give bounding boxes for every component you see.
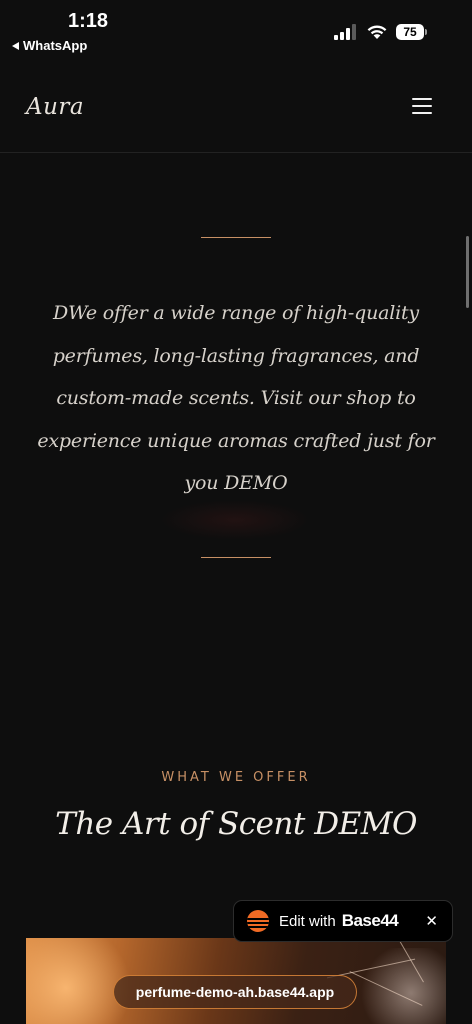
status-time: 1:18	[68, 10, 109, 32]
base44-logo-icon	[247, 910, 269, 932]
cellular-signal-icon	[334, 24, 356, 40]
wifi-icon	[367, 25, 387, 39]
edit-label: Edit with	[279, 912, 336, 930]
brand-logo[interactable]: Aura	[26, 94, 84, 120]
section-title: The Art of Scent DEMO	[55, 806, 417, 842]
site-header: Aura	[0, 62, 472, 153]
intro-paragraph: DWe offer a wide range of high-quality p…	[37, 302, 435, 494]
base44-brand: Base44	[341, 911, 399, 930]
scrollbar[interactable]	[466, 236, 469, 308]
hamburger-menu-icon[interactable]	[412, 98, 434, 118]
bottom-divider	[201, 557, 271, 558]
edit-with-base44-badge[interactable]: Edit with Base44 ✕	[233, 900, 453, 942]
app-screen: 1:18 WhatsApp 75 Aura DWe offer a wide r…	[0, 0, 472, 1024]
back-app-label: WhatsApp	[23, 38, 88, 53]
battery-indicator: 75	[396, 23, 430, 40]
back-arrow-icon	[12, 41, 19, 50]
browser-url-bar[interactable]: perfume-demo-ah.base44.app	[113, 975, 357, 1009]
status-bar: 1:18 WhatsApp 75	[0, 0, 472, 62]
section-eyebrow: WHAT WE OFFER	[161, 770, 311, 785]
close-icon[interactable]: ✕	[425, 913, 438, 929]
battery-level: 75	[396, 23, 424, 40]
back-to-app-link[interactable]: WhatsApp	[12, 38, 87, 53]
battery-tip	[425, 28, 427, 35]
top-divider	[201, 237, 271, 238]
background-glow	[160, 500, 310, 540]
